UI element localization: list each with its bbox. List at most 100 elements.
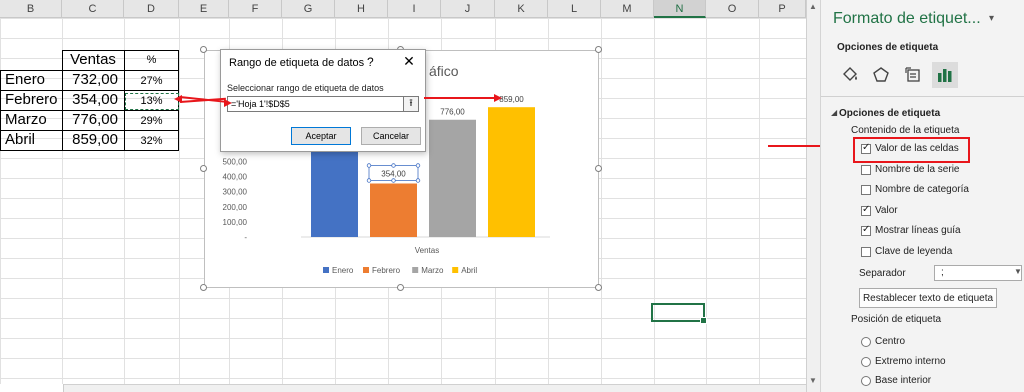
help-button[interactable]: ?	[367, 55, 374, 69]
chevron-down-icon[interactable]: ▾	[989, 13, 994, 24]
column-header-h[interactable]: H	[335, 0, 388, 18]
cell-ventas-header[interactable]: Ventas	[62, 50, 124, 70]
selection-handle	[366, 178, 372, 183]
paint-bucket-icon[interactable]	[837, 62, 863, 88]
section-label-options[interactable]: Opciones de etiqueta	[839, 108, 940, 119]
column-header-b[interactable]: B	[0, 0, 62, 18]
data-label[interactable]: 859,00	[499, 95, 524, 104]
cell-percent[interactable]: 29%	[124, 111, 179, 131]
cell-percent[interactable]: 32%	[124, 131, 179, 151]
bar-abril[interactable]	[488, 107, 535, 237]
pane-subtitle[interactable]: Opciones de etiqueta	[837, 42, 938, 53]
range-input[interactable]	[227, 96, 413, 112]
resize-handle[interactable]	[397, 284, 404, 291]
option-label[interactable]: Nombre de la serie	[875, 164, 959, 175]
resize-handle[interactable]	[595, 46, 602, 53]
pentagon-icon[interactable]	[868, 62, 894, 88]
chevron-down-icon[interactable]: ▼	[1014, 267, 1022, 276]
selection-handle	[391, 178, 396, 183]
column-header-j[interactable]: J	[441, 0, 495, 18]
sheet-tab-area[interactable]	[0, 384, 64, 392]
legend-entry: Marzo	[421, 266, 444, 275]
close-button[interactable]: ✕	[399, 53, 419, 70]
column-header-f[interactable]: F	[229, 0, 282, 18]
resize-handle[interactable]	[200, 46, 207, 53]
cancel-button[interactable]: Cancelar	[361, 127, 421, 145]
dialog-title: Rango de etiqueta de datos	[229, 57, 365, 69]
cell-month[interactable]: Abril	[5, 130, 62, 150]
resize-handle[interactable]	[595, 284, 602, 291]
checkbox-category-name[interactable]	[861, 185, 871, 195]
data-label[interactable]: 354,00	[381, 170, 406, 179]
column-header-d[interactable]: D	[124, 0, 179, 18]
horizontal-scrollbar[interactable]	[0, 384, 806, 392]
selection-handle	[415, 163, 421, 168]
checkbox-series-name[interactable]	[861, 165, 871, 175]
collapse-dialog-button[interactable]: ⭱	[403, 96, 419, 112]
cell-sales[interactable]: 732,00	[62, 70, 124, 90]
column-header-i[interactable]: I	[388, 0, 441, 18]
cell-month[interactable]: Marzo	[5, 110, 62, 130]
column-header-n[interactable]: N	[654, 0, 706, 18]
position-option[interactable]: Extremo interno	[875, 356, 946, 367]
position-option[interactable]: Base interior	[875, 375, 931, 386]
cell-percent-header[interactable]: %	[124, 50, 179, 70]
resize-handle[interactable]	[200, 284, 207, 291]
annotation-highlight-box	[853, 137, 970, 163]
cell-month[interactable]: Febrero	[5, 90, 62, 110]
scroll-down-icon[interactable]: ▼	[809, 376, 817, 385]
legend-swatch	[452, 267, 459, 273]
size-properties-icon[interactable]	[900, 62, 926, 88]
resize-handle[interactable]	[595, 165, 602, 172]
scroll-up-icon[interactable]: ▲	[809, 2, 817, 11]
column-header-e[interactable]: E	[179, 0, 229, 18]
column-header-o[interactable]: O	[706, 0, 759, 18]
label-contains-heading: Contenido de la etiqueta	[851, 125, 960, 136]
option-label[interactable]: Mostrar líneas guía	[875, 225, 961, 236]
cell-month[interactable]: Enero	[5, 70, 62, 90]
column-header-l[interactable]: L	[548, 0, 601, 18]
cell-sales[interactable]: 354,00	[62, 90, 124, 110]
data-label-range-dialog[interactable]: Rango de etiqueta de datos ? ✕ Seleccion…	[220, 49, 426, 152]
collapse-triangle-icon[interactable]: ◢	[831, 108, 837, 117]
separator-dropdown[interactable]: ;	[934, 265, 1022, 281]
checkbox-legend-key[interactable]	[861, 247, 871, 257]
legend-entry: Febrero	[372, 266, 401, 275]
data-label[interactable]: 776,00	[440, 108, 465, 117]
option-label[interactable]: Nombre de categoría	[875, 184, 969, 195]
vertical-scrollbar[interactable]: ▲ ▼	[806, 0, 820, 392]
separator-label: Separador	[859, 268, 906, 279]
active-cell-selection[interactable]	[651, 303, 707, 324]
legend-entry: Enero	[332, 266, 354, 275]
bar-febrero[interactable]	[370, 183, 417, 237]
column-header-c[interactable]: C	[62, 0, 124, 18]
spreadsheet[interactable]: B C D E F G H I J K L M N O P Ventas % E…	[0, 0, 806, 392]
bar-marzo[interactable]	[429, 119, 476, 237]
radio-inside-base[interactable]	[861, 376, 871, 386]
range-selection-marquee	[125, 93, 179, 110]
bar-chart-icon[interactable]	[932, 62, 958, 88]
position-heading: Posición de etiqueta	[851, 314, 942, 325]
legend-swatch	[363, 267, 369, 273]
reset-label-text-button[interactable]: Restablecer texto de etiqueta	[859, 288, 997, 308]
radio-center[interactable]	[861, 337, 871, 347]
column-header-m[interactable]: M	[601, 0, 654, 18]
cell-sales[interactable]: 859,00	[62, 130, 124, 150]
column-header-k[interactable]: K	[495, 0, 548, 18]
y-tick-label: 400,00	[223, 173, 248, 182]
arrow-head-icon	[174, 95, 182, 103]
column-header-g[interactable]: G	[282, 0, 335, 18]
format-data-labels-pane[interactable]: Formato de etiquet... ▾ Opciones de etiq…	[820, 0, 1024, 392]
arrow-head-icon	[224, 99, 232, 107]
radio-inside-end[interactable]	[861, 357, 871, 367]
option-label[interactable]: Valor	[875, 205, 898, 216]
column-header-p[interactable]: P	[759, 0, 806, 18]
cell-percent[interactable]: 27%	[124, 71, 179, 91]
position-option[interactable]: Centro	[875, 336, 905, 347]
checkbox-value[interactable]	[861, 204, 871, 216]
checkbox-leader-lines[interactable]	[861, 224, 871, 236]
option-label[interactable]: Clave de leyenda	[875, 246, 952, 257]
ok-button[interactable]: Aceptar	[291, 127, 351, 145]
cell-sales[interactable]: 776,00	[62, 110, 124, 130]
resize-handle[interactable]	[200, 165, 207, 172]
